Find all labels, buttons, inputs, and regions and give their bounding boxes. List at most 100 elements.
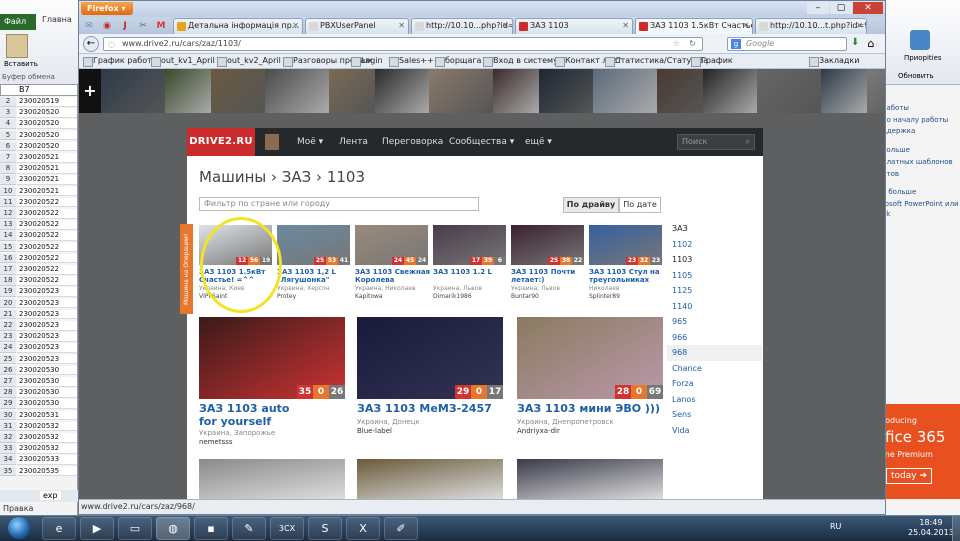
user-avatar[interactable] [265, 134, 279, 150]
table-cell[interactable]: 230020522 [17, 253, 77, 264]
car-title-link[interactable]: ЗАЗ 1103 Стул на треугольниках [589, 268, 665, 284]
pinned-tab-opera-icon[interactable]: ◉ [99, 19, 115, 33]
car-title-link[interactable]: ЗАЗ 1103 1,2 L "Лягушонка" [277, 268, 353, 284]
search-bar[interactable]: g Google [727, 37, 847, 51]
header-nav-item[interactable]: Моё ▾ [297, 137, 323, 147]
paste-icon[interactable] [6, 34, 28, 58]
browser-tab[interactable]: ЗАЗ 1103 1.5кВт Счастье!...✕ [635, 18, 753, 34]
office-link[interactable]: по началу работы [882, 116, 948, 124]
car-thumbnail[interactable] [199, 459, 345, 499]
chat-taskbar-icon[interactable]: ✎ [232, 517, 266, 540]
cmd-taskbar-icon[interactable]: ▪ [194, 517, 228, 540]
excel-taskbar-icon[interactable]: X [346, 517, 380, 540]
table-cell[interactable]: 230020520 [17, 130, 77, 141]
row-header[interactable]: 23 [0, 332, 16, 342]
car-thumbnail[interactable]: 25 53 41 [277, 225, 350, 265]
car-title-link[interactable]: ЗАЗ 1103 auto for yourself [199, 402, 309, 428]
office-link[interactable]: ддержка [882, 127, 915, 135]
start-button[interactable] [8, 517, 30, 539]
sheet-tab[interactable]: exp [40, 491, 61, 500]
tab-close-icon[interactable]: ✕ [398, 19, 405, 33]
row-header[interactable]: 8 [0, 164, 16, 174]
office-link[interactable]: больше [882, 146, 910, 154]
car-thumbnail[interactable]: 28 0 69 [517, 317, 663, 399]
car-title-link[interactable]: ЗАЗ 1103 Свежная Королева [355, 268, 431, 284]
strip-photo[interactable] [101, 69, 165, 113]
office-link[interactable]: платных шаблонов [882, 158, 953, 166]
side-promo-tab[interactable]: Машина на Операции! [180, 224, 193, 314]
priorities-icon[interactable] [910, 30, 930, 50]
reload-icon[interactable]: ↻ [689, 38, 696, 50]
name-box[interactable]: B7 [0, 84, 78, 96]
row-header[interactable]: 33 [0, 444, 16, 454]
pinned-tab-j-icon[interactable]: J [117, 19, 133, 33]
row-header[interactable]: 31 [0, 421, 16, 432]
sidebar-model-link[interactable]: 1125 [672, 286, 692, 295]
strip-photo[interactable] [165, 69, 211, 113]
strip-photo[interactable] [703, 69, 757, 113]
excel-home-tab[interactable]: Главна [42, 15, 72, 24]
row-header[interactable]: 21 [0, 309, 16, 320]
strip-photo[interactable] [493, 69, 539, 113]
row-header[interactable]: 26 [0, 365, 16, 376]
firefox-menu-button[interactable]: Firefox ▾ [81, 2, 133, 15]
sidebar-model-link[interactable]: 1105 [672, 271, 692, 280]
ie-taskbar-icon[interactable]: e [42, 517, 76, 540]
sidebar-model-link[interactable]: 1102 [672, 240, 692, 249]
drive2-logo[interactable]: DRIVE2.RU [187, 128, 255, 156]
row-header[interactable]: 5 [0, 130, 16, 141]
strip-photo[interactable] [211, 69, 265, 113]
table-cell[interactable]: 230020531 [17, 410, 77, 421]
row-header[interactable]: 3 [0, 108, 16, 118]
bookmark-star-icon[interactable]: ☆ [673, 38, 680, 50]
sidebar-model-link[interactable]: Lanos [672, 395, 696, 404]
row-header[interactable]: 20 [0, 298, 16, 309]
location-filter-input[interactable]: Фильтр по стране или городу [199, 197, 479, 211]
car-thumbnail[interactable]: 35 0 26 [199, 317, 345, 399]
header-nav-item[interactable]: Сообщества ▾ [449, 137, 514, 147]
tab-close-icon[interactable]: ✕ [502, 19, 509, 33]
car-owner-link[interactable]: Andriyxa-dir [517, 427, 560, 435]
paint-taskbar-icon[interactable]: ✐ [384, 517, 418, 540]
strip-photo[interactable] [821, 69, 867, 113]
sidebar-model-link[interactable]: 965 [672, 317, 687, 326]
table-cell[interactable]: 230020523 [17, 287, 77, 297]
table-cell[interactable]: 230020523 [17, 354, 77, 365]
table-cell[interactable]: 230020522 [17, 197, 77, 208]
sidebar-model-link[interactable]: Sens [672, 410, 691, 419]
row-header[interactable]: 27 [0, 377, 16, 387]
strip-photo[interactable] [265, 69, 329, 113]
bookmark-item[interactable]: Sales+++ [389, 56, 440, 67]
row-header[interactable]: 6 [0, 141, 16, 152]
car-title-link[interactable]: ЗАЗ 1103 мини ЭВО ))) [517, 402, 667, 415]
bookmarks-menu[interactable]: Закладки [809, 56, 859, 67]
table-cell[interactable]: 230020521 [17, 164, 77, 174]
row-header[interactable]: 29 [0, 399, 16, 409]
table-cell[interactable]: 230020530 [17, 377, 77, 387]
browser-tab[interactable]: PBXUserPanel ✕ [305, 18, 409, 34]
row-header[interactable]: 15 [0, 242, 16, 253]
car-owner-link[interactable]: Blue-label [357, 427, 392, 435]
row-header[interactable]: 13 [0, 220, 16, 230]
language-indicator[interactable]: RU [830, 522, 841, 531]
office-link[interactable]: работы [882, 104, 909, 112]
minimize-button[interactable]: – [807, 2, 829, 14]
table-cell[interactable]: 230020521 [17, 175, 77, 185]
bookmark-item[interactable]: борщага [435, 56, 481, 67]
tab-close-icon[interactable]: ✕ [292, 19, 299, 33]
bookmark-item[interactable]: Login [351, 56, 383, 67]
office-link[interactable]: ь больше [882, 188, 916, 196]
table-cell[interactable]: 230020533 [17, 455, 77, 465]
sidebar-model-link[interactable]: 968 [672, 348, 687, 357]
table-cell[interactable]: 230020523 [17, 298, 77, 309]
car-owner-link[interactable]: nemetsss [199, 438, 233, 446]
strip-photo[interactable] [429, 69, 493, 113]
row-header[interactable]: 22 [0, 321, 16, 331]
table-cell[interactable]: 230020521 [17, 153, 77, 163]
address-bar[interactable]: ◌ www.drive2.ru/cars/zaz/1103/ ☆ ↻ [103, 37, 703, 51]
table-cell[interactable]: 230020520 [17, 119, 77, 129]
table-cell[interactable]: 230020532 [17, 421, 77, 432]
row-header[interactable]: 32 [0, 433, 16, 443]
bookmark-item[interactable]: График [691, 56, 733, 67]
table-cell[interactable]: 230020523 [17, 332, 77, 342]
